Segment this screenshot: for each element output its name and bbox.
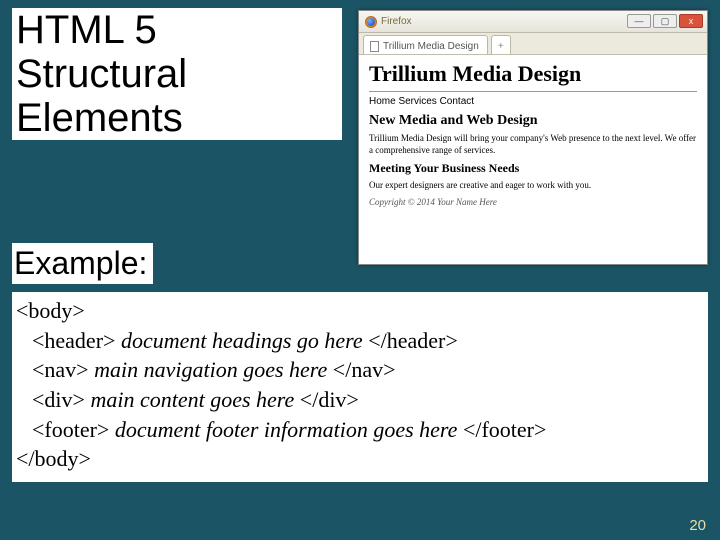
page-heading: Trillium Media Design	[369, 61, 697, 87]
code-line-1: <body>	[16, 298, 85, 323]
page-subheading: New Media and Web Design	[369, 113, 697, 129]
app-name: Firefox	[381, 16, 412, 27]
close-button[interactable]: x	[679, 14, 703, 28]
window-titlebar: Firefox — ▢ x	[359, 11, 707, 33]
slide-title: HTML 5 Structural Elements	[12, 8, 352, 140]
code-line-5: <footer> document footer information goe…	[16, 415, 704, 445]
page-content: Trillium Media Design Home Services Cont…	[359, 55, 707, 215]
title-line-2: Elements	[12, 96, 342, 140]
minimize-button[interactable]: —	[627, 14, 651, 28]
code-line-2: <header> document headings go here </hea…	[16, 326, 704, 356]
divider	[369, 91, 697, 92]
code-example: <body> <header> document headings go her…	[12, 292, 708, 482]
new-tab-button[interactable]: +	[491, 35, 511, 54]
tab-title: Trillium Media Design	[383, 41, 479, 52]
example-label: Example:	[12, 243, 153, 284]
page-paragraph-2: Our expert designers are creative and ea…	[369, 180, 697, 192]
document-icon	[370, 41, 379, 52]
code-line-4: <div> main content goes here </div>	[16, 385, 704, 415]
page-h3: Meeting Your Business Needs	[369, 161, 697, 176]
title-line-1: HTML 5 Structural	[12, 8, 342, 96]
code-line-3: <nav> main navigation goes here </nav>	[16, 355, 704, 385]
page-copyright: Copyright © 2014 Your Name Here	[369, 197, 697, 207]
window-buttons: — ▢ x	[627, 14, 703, 28]
maximize-button[interactable]: ▢	[653, 14, 677, 28]
tab-active[interactable]: Trillium Media Design	[363, 35, 488, 54]
slide-number: 20	[689, 517, 706, 534]
firefox-icon	[365, 16, 377, 28]
page-nav[interactable]: Home Services Contact	[369, 96, 697, 107]
tab-strip: Trillium Media Design +	[359, 33, 707, 55]
code-line-6: </body>	[16, 446, 91, 471]
page-paragraph-1: Trillium Media Design will bring your co…	[369, 133, 697, 156]
browser-window: Firefox — ▢ x Trillium Media Design + Tr…	[358, 10, 708, 265]
